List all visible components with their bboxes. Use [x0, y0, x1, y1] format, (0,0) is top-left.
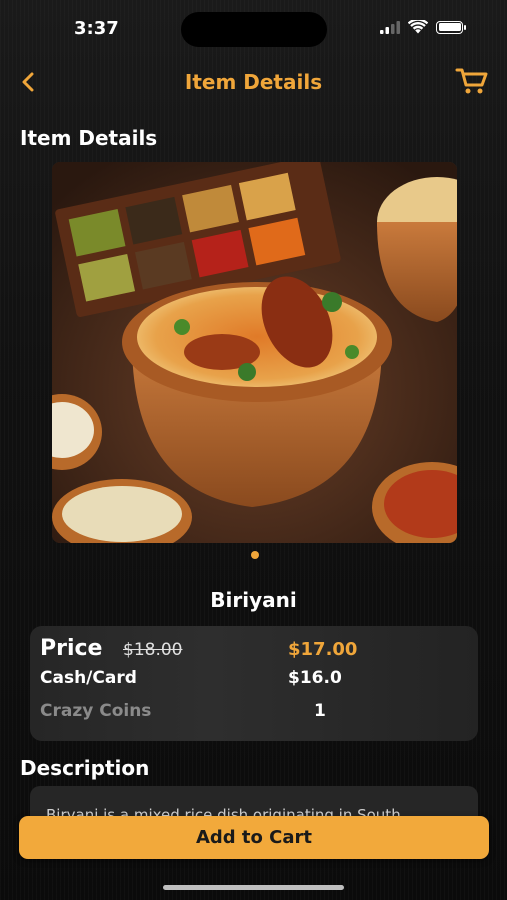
price-label: Price [40, 636, 103, 661]
wifi-icon [408, 20, 428, 34]
section-heading: Item Details [20, 126, 158, 150]
signal-icon [380, 20, 400, 34]
cart-button[interactable] [455, 66, 489, 96]
status-icons [380, 20, 466, 34]
description-heading: Description [20, 756, 150, 780]
nav-bar: Item Details [0, 60, 507, 104]
cart-icon [455, 68, 488, 94]
cash-card-value: $16.0 [288, 668, 342, 688]
biryani-illustration [52, 162, 457, 543]
old-price: $18.00 [123, 640, 183, 660]
price-card: Price $18.00 $17.00 Cash/Card $16.0 Craz… [30, 626, 478, 741]
item-name: Biriyani [210, 588, 297, 612]
add-to-cart-button[interactable]: Add to Cart [19, 816, 489, 859]
new-price: $17.00 [288, 639, 358, 660]
battery-icon [436, 20, 466, 34]
nav-title: Item Details [184, 70, 323, 94]
crazy-coins-value: 1 [314, 701, 326, 721]
item-image [52, 162, 457, 543]
cash-card-label: Cash/Card [40, 668, 137, 688]
pager-dot-active[interactable] [251, 551, 259, 559]
crazy-coins-label: Crazy Coins [40, 701, 152, 721]
status-bar: 3:37 [0, 0, 507, 56]
status-time: 3:37 [74, 18, 119, 39]
dynamic-island [181, 12, 327, 47]
home-indicator [163, 885, 344, 890]
